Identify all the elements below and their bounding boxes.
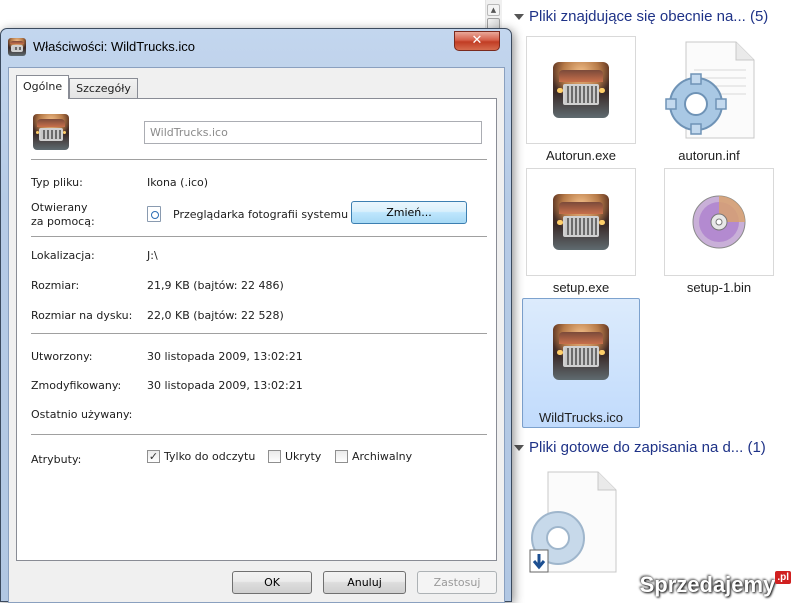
size-value: 21,9 KB (bajtów: 22 486) bbox=[147, 279, 284, 292]
archive-label: Archiwalny bbox=[352, 450, 413, 463]
readonly-checkbox[interactable]: ✓ Tylko do odczytu bbox=[147, 450, 255, 463]
photo-viewer-icon bbox=[147, 206, 161, 222]
watermark-logo: Sprzedajemy .pl bbox=[639, 571, 791, 598]
archive-checkbox[interactable]: Archiwalny bbox=[335, 450, 412, 463]
divider bbox=[31, 333, 487, 334]
created-value: 30 listopada 2009, 13:02:21 bbox=[147, 350, 303, 363]
tab-strip: Ogólne Szczegóły bbox=[16, 75, 138, 99]
divider bbox=[31, 159, 487, 160]
modified-label: Zmodyfikowany: bbox=[31, 379, 122, 392]
group-header-label: Pliki znajdujące się obecnie na... (5) bbox=[529, 8, 769, 25]
file-tile-wildtrucks-ico[interactable]: WildTrucks.ico bbox=[522, 298, 640, 428]
cancel-button[interactable]: Anuluj bbox=[323, 571, 406, 594]
checkmark-icon: ✓ bbox=[147, 450, 160, 463]
file-name: setup-1.bin bbox=[686, 280, 752, 295]
settings-file-icon bbox=[664, 40, 758, 140]
dialog-title: Właściwości: WildTrucks.ico bbox=[33, 39, 196, 54]
file-name: WildTrucks.ico bbox=[538, 410, 624, 425]
group-header-label: Pliki gotowe do zapisania na d... (1) bbox=[529, 439, 766, 456]
file-name: Autorun.exe bbox=[545, 148, 617, 163]
location-value: J:\ bbox=[147, 249, 158, 262]
file-type-label: Typ pliku: bbox=[31, 176, 83, 189]
readonly-label: Tylko do odczytu bbox=[164, 450, 256, 463]
file-name: setup.exe bbox=[552, 280, 610, 295]
close-button[interactable]: ✕ bbox=[454, 31, 500, 51]
hidden-label: Ukryty bbox=[285, 450, 322, 463]
truck-icon bbox=[553, 194, 609, 250]
divider bbox=[31, 236, 487, 237]
scroll-up-arrow-icon[interactable]: ▲ bbox=[487, 4, 500, 16]
truck-icon bbox=[553, 324, 609, 380]
close-icon: ✕ bbox=[471, 33, 483, 48]
chevron-down-icon bbox=[514, 444, 524, 451]
chevron-down-icon bbox=[514, 13, 524, 20]
attributes-label: Atrybuty: bbox=[31, 453, 82, 466]
hidden-checkbox[interactable]: Ukryty bbox=[268, 450, 321, 463]
dialog-title-bar[interactable]: Właściwości: WildTrucks.ico ✕ bbox=[1, 29, 511, 59]
opens-with-value: Przeglądarka fotografii systemu W bbox=[173, 208, 356, 221]
group-header-current-files[interactable]: Pliki znajdujące się obecnie na... (5) bbox=[514, 8, 769, 25]
tab-general[interactable]: Ogólne bbox=[16, 75, 70, 99]
divider bbox=[31, 434, 487, 435]
truck-icon bbox=[553, 62, 609, 118]
general-tab-page: Typ pliku: Ikona (.ico) Otwierany za pom… bbox=[16, 98, 497, 561]
file-tile-setup-exe[interactable]: setup.exe bbox=[526, 168, 636, 298]
file-tile-setup-1-bin[interactable]: setup-1.bin bbox=[664, 168, 774, 298]
modified-value: 30 listopada 2009, 13:02:21 bbox=[147, 379, 303, 392]
checkbox-box bbox=[268, 450, 281, 463]
file-tile-autorun-exe[interactable]: Autorun.exe bbox=[526, 36, 636, 166]
file-name-field[interactable] bbox=[144, 121, 482, 144]
change-button[interactable]: Zmień... bbox=[351, 201, 467, 224]
opens-with-label-line1: Otwierany bbox=[31, 201, 88, 214]
checkbox-box bbox=[335, 450, 348, 463]
watermark-text: Sprzedajemy bbox=[639, 572, 776, 597]
file-tile-autorun-inf[interactable]: autorun.inf bbox=[664, 36, 774, 166]
settings-file-pending-icon bbox=[526, 470, 620, 574]
accessed-label: Ostatnio używany: bbox=[31, 408, 133, 421]
watermark-suffix: .pl bbox=[775, 571, 791, 584]
tab-details[interactable]: Szczegóły bbox=[69, 78, 138, 99]
file-name: autorun.inf bbox=[678, 148, 740, 163]
size-label: Rozmiar: bbox=[31, 279, 80, 292]
location-label: Lokalizacja: bbox=[31, 249, 95, 262]
size-on-disk-value: 22,0 KB (bajtów: 22 528) bbox=[147, 309, 284, 322]
file-tile-pending[interactable] bbox=[526, 470, 636, 600]
created-label: Utworzony: bbox=[31, 350, 93, 363]
dialog-client-area: Ogólne Szczegóły Typ pliku: Ikona (.ico)… bbox=[8, 67, 505, 603]
apply-button[interactable]: Zastosuj bbox=[417, 571, 497, 594]
ok-button[interactable]: OK bbox=[232, 571, 312, 594]
size-on-disk-label: Rozmiar na dysku: bbox=[31, 309, 133, 322]
file-type-icon bbox=[33, 114, 69, 150]
disc-image-icon bbox=[691, 194, 747, 250]
group-header-pending-files[interactable]: Pliki gotowe do zapisania na d... (1) bbox=[514, 439, 766, 456]
file-type-value: Ikona (.ico) bbox=[147, 176, 209, 189]
opens-with-label-line2: za pomocą: bbox=[31, 215, 95, 228]
properties-dialog: Właściwości: WildTrucks.ico ✕ Ogólne Szc… bbox=[0, 28, 512, 603]
truck-icon bbox=[8, 38, 26, 56]
